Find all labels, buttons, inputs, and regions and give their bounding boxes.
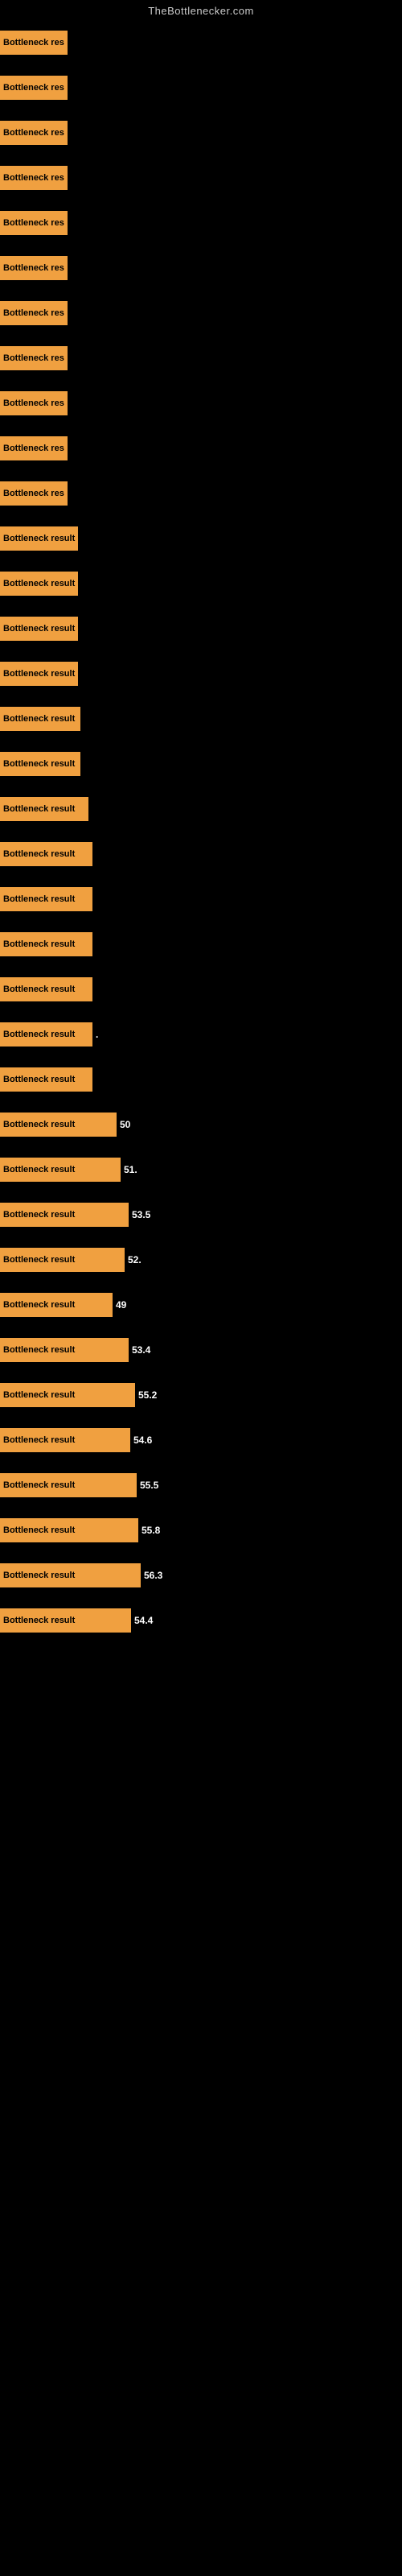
bar-label: Bottleneck result (0, 526, 78, 551)
bar-row: Bottleneck res (0, 155, 402, 200)
bar-label: Bottleneck result (0, 752, 78, 776)
bar-label: Bottleneck res (0, 481, 68, 506)
bar-row: Bottleneck result (0, 516, 402, 561)
bar-row: Bottleneck result 49 (0, 1282, 402, 1327)
chart-area: Bottleneck res Bottleneck res Bottleneck r… (0, 20, 402, 1659)
bar-row: Bottleneck res (0, 200, 402, 246)
bar-value: 54.6 (133, 1435, 152, 1446)
bar-row: Bottleneck result 56.3 (0, 1553, 402, 1598)
bar-row: Bottleneck result 51. (0, 1147, 402, 1192)
bar-label: Bottleneck result (0, 977, 78, 1001)
bar-row: Bottleneck result (0, 606, 402, 651)
bar-value: 54.4 (134, 1615, 153, 1626)
bar-row: Bottleneck result (0, 1057, 402, 1102)
bar-label: Bottleneck result (0, 1248, 78, 1272)
bar-row: Bottleneck res (0, 110, 402, 155)
bar-value: 53.4 (132, 1344, 150, 1356)
bar-label: Bottleneck result (0, 1293, 78, 1317)
bar-label: Bottleneck result (0, 932, 78, 956)
bar-value: 50 (120, 1119, 130, 1130)
bar-row: Bottleneck result (0, 967, 402, 1012)
bar-row: Bottleneck result 50 (0, 1102, 402, 1147)
bar-row: Bottleneck result 52. (0, 1237, 402, 1282)
bar-value: 55.5 (140, 1480, 158, 1491)
bar-label: Bottleneck res (0, 121, 68, 145)
bar-row: Bottleneck res (0, 291, 402, 336)
bar-row: Bottleneck result (0, 696, 402, 741)
bar-label: Bottleneck result (0, 1608, 78, 1633)
bar-row: Bottleneck result (0, 741, 402, 786)
bar-label: Bottleneck result (0, 662, 78, 686)
bar-row: Bottleneck res (0, 336, 402, 381)
bar-row: Bottleneck result 55.2 (0, 1373, 402, 1418)
bar-row: Bottleneck result (0, 877, 402, 922)
bar-row: Bottleneck res (0, 65, 402, 110)
bar-row: Bottleneck result 55.8 (0, 1508, 402, 1553)
bar-row: Bottleneck res (0, 246, 402, 291)
bar-label: Bottleneck result (0, 1158, 78, 1182)
bar-row: Bottleneck result (0, 651, 402, 696)
bar-label: Bottleneck res (0, 346, 68, 370)
bar-row: Bottleneck result (0, 786, 402, 832)
bar-label: Bottleneck result (0, 1022, 78, 1046)
bar-label: Bottleneck res (0, 391, 68, 415)
bar-row: Bottleneck result 53.5 (0, 1192, 402, 1237)
bar-value: 53.5 (132, 1209, 150, 1220)
bar-label: Bottleneck result (0, 1203, 78, 1227)
bar-value: . (96, 1029, 98, 1040)
bar-label: Bottleneck result (0, 1067, 78, 1092)
bar-label: Bottleneck result (0, 707, 78, 731)
bar-value: 55.8 (142, 1525, 160, 1536)
bar-value: 52. (128, 1254, 142, 1265)
bar-label: Bottleneck res (0, 76, 68, 100)
bar-row: Bottleneck res (0, 20, 402, 65)
bar-row: Bottleneck result (0, 922, 402, 967)
bar-label: Bottleneck result (0, 1113, 78, 1137)
bar-row: Bottleneck res (0, 471, 402, 516)
bar-row: Bottleneck result 53.4 (0, 1327, 402, 1373)
bar-label: Bottleneck result (0, 1338, 78, 1362)
bar-value: 49 (116, 1299, 126, 1311)
bar-label: Bottleneck result (0, 1428, 78, 1452)
bar-label: Bottleneck result (0, 842, 78, 866)
bar-label: Bottleneck result (0, 572, 78, 596)
bar-label: Bottleneck result (0, 1563, 78, 1587)
site-title: TheBottlenecker.com (0, 0, 402, 20)
bar-value: 51. (124, 1164, 137, 1175)
bar-label: Bottleneck res (0, 31, 68, 55)
bar-value: 55.2 (138, 1389, 157, 1401)
bar-row: Bottleneck result. (0, 1012, 402, 1057)
bar-row: Bottleneck result 54.4 (0, 1598, 402, 1643)
bar-label: Bottleneck result (0, 1518, 78, 1542)
bar-label: Bottleneck res (0, 301, 68, 325)
bar-value: 56.3 (144, 1570, 162, 1581)
bar-label: Bottleneck result (0, 1473, 78, 1497)
bar-row: Bottleneck res (0, 426, 402, 471)
bar-label: Bottleneck res (0, 436, 68, 460)
bar-label: Bottleneck result (0, 797, 78, 821)
bar-row: Bottleneck result 54.6 (0, 1418, 402, 1463)
bar-label: Bottleneck result (0, 617, 78, 641)
bar-label: Bottleneck result (0, 887, 78, 911)
bar-row: Bottleneck result (0, 561, 402, 606)
bar-label: Bottleneck res (0, 211, 68, 235)
bar-label: Bottleneck res (0, 166, 68, 190)
bar-label: Bottleneck result (0, 1383, 78, 1407)
bar-row: Bottleneck result (0, 832, 402, 877)
bar-row: Bottleneck result 55.5 (0, 1463, 402, 1508)
bar-label: Bottleneck res (0, 256, 68, 280)
bar-row: Bottleneck res (0, 381, 402, 426)
